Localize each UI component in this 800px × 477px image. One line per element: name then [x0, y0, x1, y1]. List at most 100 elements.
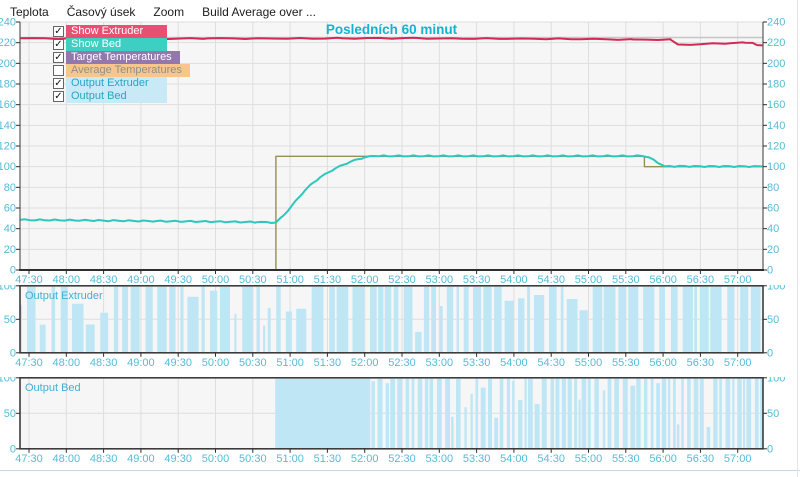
svg-text:51:30: 51:30 — [314, 274, 342, 285]
legend-item-average-temperatures[interactable]: Average Temperatures — [53, 64, 190, 77]
svg-text:51:00: 51:00 — [276, 453, 304, 465]
legend-label: Show Bed — [66, 38, 167, 51]
menu-item-teplota[interactable]: Teplota — [10, 5, 49, 19]
svg-text:47:30: 47:30 — [15, 453, 43, 465]
menu-item-build-average-over[interactable]: Build Average over ... — [202, 5, 316, 19]
svg-text:57:00: 57:00 — [724, 453, 752, 465]
svg-text:100: 100 — [767, 161, 785, 173]
checkbox-average-temperatures[interactable] — [53, 65, 64, 76]
svg-text:54:30: 54:30 — [537, 274, 565, 285]
svg-text:47:30: 47:30 — [15, 274, 43, 285]
svg-text:0: 0 — [767, 347, 773, 359]
menu-item-asov-sek[interactable]: Časový úsek — [67, 5, 136, 19]
svg-text:55:00: 55:00 — [575, 453, 603, 465]
svg-text:60: 60 — [4, 203, 16, 215]
svg-text:140: 140 — [0, 120, 16, 132]
svg-text:200: 200 — [0, 58, 16, 70]
svg-text:50:30: 50:30 — [239, 357, 267, 369]
svg-text:48:30: 48:30 — [90, 274, 118, 285]
svg-text:160: 160 — [0, 99, 16, 111]
legend-item-show-extruder[interactable]: ✓Show Extruder — [53, 25, 190, 38]
checkbox-show-extruder[interactable]: ✓ — [53, 26, 64, 37]
svg-text:53:00: 53:00 — [426, 357, 454, 369]
svg-text:50:30: 50:30 — [239, 274, 267, 285]
svg-text:80: 80 — [4, 182, 16, 194]
checkbox-show-bed[interactable]: ✓ — [53, 39, 64, 50]
svg-text:240: 240 — [767, 17, 785, 29]
output-extruder-chart[interactable]: Output Extruder00505010010047:3048:0048:… — [0, 285, 800, 377]
svg-text:52:30: 52:30 — [388, 453, 416, 465]
legend-item-output-extruder[interactable]: ✓Output Extruder — [53, 77, 190, 90]
svg-text:54:00: 54:00 — [500, 357, 528, 369]
svg-text:55:30: 55:30 — [612, 453, 640, 465]
panel-title: Output Bed — [25, 382, 81, 394]
temperature-graph-window: Teplota Časový úsek Zoom Build Average over… — [0, 0, 800, 477]
svg-text:49:00: 49:00 — [127, 453, 155, 465]
window-border-bottom — [0, 470, 800, 471]
svg-text:0: 0 — [767, 265, 773, 277]
svg-text:100: 100 — [767, 285, 785, 292]
svg-text:0: 0 — [767, 443, 773, 455]
svg-text:55:00: 55:00 — [575, 357, 603, 369]
checkbox-output-bed[interactable]: ✓ — [53, 91, 64, 102]
svg-text:100: 100 — [0, 285, 16, 292]
svg-text:140: 140 — [767, 120, 785, 132]
svg-text:53:30: 53:30 — [463, 274, 491, 285]
svg-text:56:00: 56:00 — [649, 274, 677, 285]
svg-text:220: 220 — [767, 37, 785, 49]
svg-text:54:30: 54:30 — [537, 357, 565, 369]
svg-text:52:30: 52:30 — [388, 274, 416, 285]
svg-text:100: 100 — [0, 377, 16, 384]
svg-text:Output Bed: Output Bed — [25, 382, 81, 394]
svg-text:40: 40 — [4, 223, 16, 235]
legend-label: Output Bed — [66, 90, 167, 103]
legend-item-output-bed[interactable]: ✓Output Bed — [53, 90, 190, 103]
svg-text:100: 100 — [767, 377, 785, 384]
svg-text:56:30: 56:30 — [687, 357, 715, 369]
svg-text:48:30: 48:30 — [90, 357, 118, 369]
legend-item-target-temperatures[interactable]: ✓Target Temperatures — [53, 51, 190, 64]
svg-text:56:00: 56:00 — [649, 357, 677, 369]
svg-text:49:30: 49:30 — [164, 453, 192, 465]
checkbox-target-temperatures[interactable]: ✓ — [53, 52, 64, 63]
output-bed-chart[interactable]: Output Bed00505010010047:3048:0048:3049:… — [0, 377, 800, 471]
svg-text:100: 100 — [0, 161, 16, 173]
svg-text:50:00: 50:00 — [202, 274, 230, 285]
svg-text:49:30: 49:30 — [164, 357, 192, 369]
svg-text:47:30: 47:30 — [15, 357, 43, 369]
svg-text:51:00: 51:00 — [276, 274, 304, 285]
svg-text:49:00: 49:00 — [127, 274, 155, 285]
svg-text:50: 50 — [767, 408, 779, 420]
svg-text:53:30: 53:30 — [463, 453, 491, 465]
svg-text:160: 160 — [767, 99, 785, 111]
svg-text:50:00: 50:00 — [202, 357, 230, 369]
menu-item-zoom[interactable]: Zoom — [153, 5, 184, 19]
svg-text:51:00: 51:00 — [276, 357, 304, 369]
legend-label: Average Temperatures — [66, 64, 190, 77]
svg-text:52:00: 52:00 — [351, 357, 379, 369]
svg-text:54:00: 54:00 — [500, 274, 528, 285]
svg-text:52:00: 52:00 — [351, 274, 379, 285]
svg-text:50:00: 50:00 — [202, 453, 230, 465]
svg-text:50: 50 — [767, 314, 779, 326]
svg-text:220: 220 — [0, 37, 16, 49]
legend-label: Target Temperatures — [66, 51, 180, 64]
checkbox-output-extruder[interactable]: ✓ — [53, 78, 64, 89]
legend-item-show-bed[interactable]: ✓Show Bed — [53, 38, 190, 51]
svg-text:120: 120 — [0, 141, 16, 153]
svg-text:180: 180 — [0, 79, 16, 91]
x-axis-labels: 47:3048:0048:3049:0049:3050:0050:3051:00… — [15, 357, 751, 369]
svg-text:52:30: 52:30 — [388, 357, 416, 369]
svg-text:55:30: 55:30 — [612, 274, 640, 285]
svg-text:180: 180 — [767, 79, 785, 91]
legend-label: Show Extruder — [66, 25, 167, 38]
svg-text:51:30: 51:30 — [314, 453, 342, 465]
svg-text:51:30: 51:30 — [314, 357, 342, 369]
svg-text:48:30: 48:30 — [90, 453, 118, 465]
svg-text:56:30: 56:30 — [687, 274, 715, 285]
svg-text:Posledních 60 minut: Posledních 60 minut — [326, 22, 458, 37]
chart-title: Posledních 60 minut — [326, 22, 458, 37]
x-axis-labels: 47:3048:0048:3049:0049:3050:0050:3051:00… — [15, 453, 751, 465]
svg-text:20: 20 — [767, 244, 779, 256]
panel-title: Output Extruder — [25, 290, 103, 302]
